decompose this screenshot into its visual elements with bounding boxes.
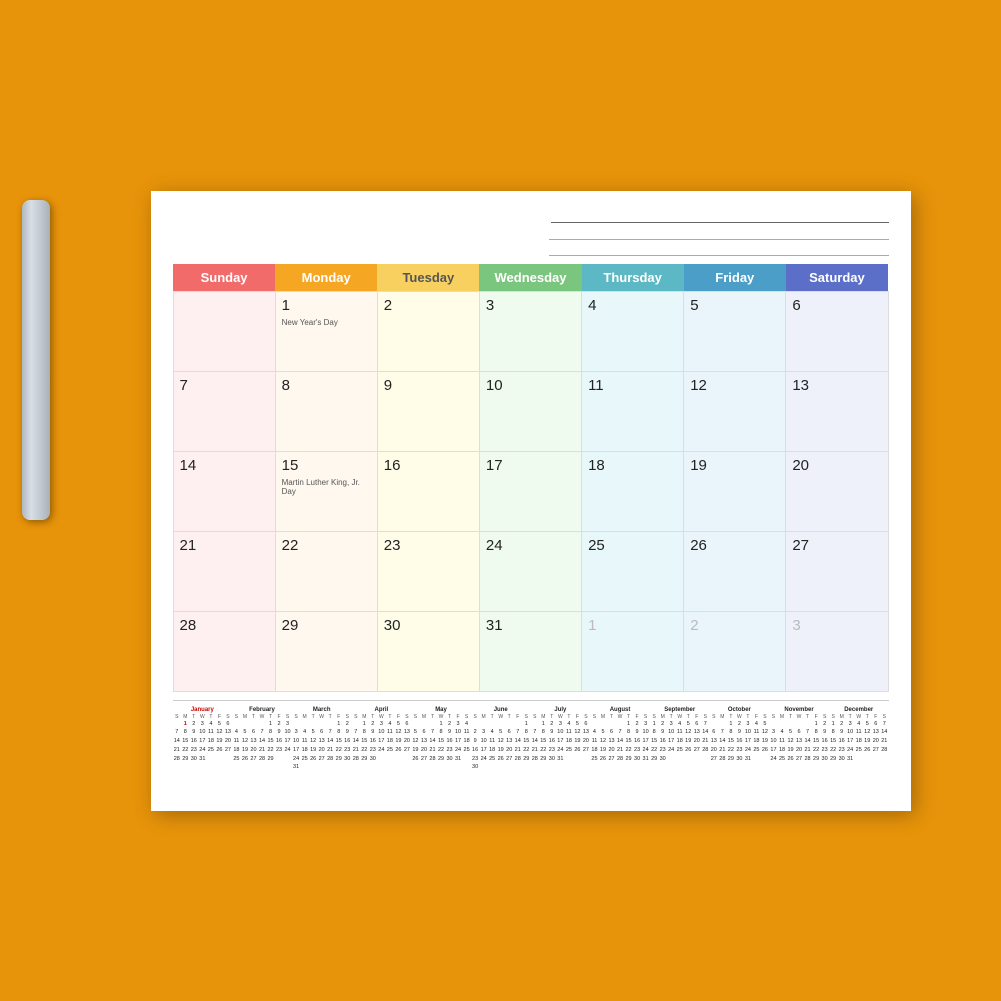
calendar-cell: 23 — [377, 531, 479, 611]
day-number: 13 — [792, 377, 881, 394]
fridge-handle — [22, 200, 50, 520]
mini-calendar: JanuarySMTWTFS12345678910111213141516171… — [173, 707, 233, 773]
calendar-page: Sunday Monday Tuesday Wednesday Thursday… — [151, 191, 911, 811]
mini-calendar: FebruarySMTWTFS1234567891011121314151617… — [232, 707, 292, 773]
mini-calendar: AprilSMTWTFS1234567891011121314151617181… — [352, 707, 412, 773]
mini-calendar: SeptemberSMTWTFS123456789101112131415161… — [650, 707, 710, 773]
calendar-cell: 25 — [582, 531, 684, 611]
day-number: 27 — [792, 537, 881, 554]
day-number: 5 — [690, 297, 779, 314]
calendar-cell: 31 — [479, 611, 581, 691]
calendar-cell: 3 — [786, 611, 888, 691]
day-number: 22 — [282, 537, 371, 554]
calendar-cell: 6 — [786, 291, 888, 371]
mini-calendar: JulySMTWTFS12345678910111213141516171819… — [531, 707, 591, 773]
calendar-cell: 11 — [582, 371, 684, 451]
mini-calendar: DecemberSMTWTFS1234567891011121314151617… — [829, 707, 889, 773]
calendar-cell: 26 — [684, 531, 786, 611]
calendar-cell: 10 — [479, 371, 581, 451]
calendar-cell: 30 — [377, 611, 479, 691]
header-tuesday: Tuesday — [377, 264, 479, 292]
mini-calendar: NovemberSMTWTFS1234567891011121314151617… — [769, 707, 829, 773]
calendar-cell: 15 Martin Luther King, Jr. Day — [275, 451, 377, 531]
day-number: 30 — [384, 617, 473, 634]
day-number: 10 — [486, 377, 575, 394]
calendar-cell: 1 — [582, 611, 684, 691]
day-number: 19 — [690, 457, 779, 474]
mini-calendar: OctoberSMTWTFS12345678910111213141516171… — [710, 707, 770, 773]
mini-calendar: MarchSMTWTFS1234567891011121314151617181… — [292, 707, 352, 773]
day-number: 8 — [282, 377, 371, 394]
calendar-cell: 1 New Year's Day — [275, 291, 377, 371]
calendar-cell — [173, 291, 275, 371]
day-number: 4 — [588, 297, 677, 314]
holiday-label: Martin Luther King, Jr. Day — [282, 478, 371, 497]
calendar-cell: 12 — [684, 371, 786, 451]
calendar-cell: 9 — [377, 371, 479, 451]
calendar-cell: 24 — [479, 531, 581, 611]
day-number: 3 — [792, 617, 881, 634]
calendar-cell: 18 — [582, 451, 684, 531]
day-number: 28 — [180, 617, 269, 634]
calendar-cell: 28 — [173, 611, 275, 691]
header-saturday: Saturday — [786, 264, 888, 292]
calendar-cell: 14 — [173, 451, 275, 531]
notes-section — [173, 209, 889, 256]
day-number: 15 — [282, 457, 371, 474]
holiday-label: New Year's Day — [282, 318, 371, 328]
day-number: 3 — [486, 297, 575, 314]
day-number: 12 — [690, 377, 779, 394]
calendar-grid: Sunday Monday Tuesday Wednesday Thursday… — [173, 264, 889, 692]
day-number: 7 — [180, 377, 269, 394]
mini-calendar: AugustSMTWTFS123456789101112131415161718… — [590, 707, 650, 773]
day-number: 2 — [690, 617, 779, 634]
calendar-cell: 13 — [786, 371, 888, 451]
mini-calendar: MaySMTWTFS123456789101112131415161718192… — [411, 707, 471, 773]
header-monday: Monday — [275, 264, 377, 292]
day-number: 17 — [486, 457, 575, 474]
header-wednesday: Wednesday — [479, 264, 581, 292]
calendar-cell: 3 — [479, 291, 581, 371]
header-sunday: Sunday — [173, 264, 275, 292]
day-number: 29 — [282, 617, 371, 634]
header-thursday: Thursday — [582, 264, 684, 292]
day-number: 26 — [690, 537, 779, 554]
day-number: 1 — [588, 617, 677, 634]
day-number: 20 — [792, 457, 881, 474]
mini-calendar: JuneSMTWTFS12345678910111213141516171819… — [471, 707, 531, 773]
calendar-cell: 29 — [275, 611, 377, 691]
calendar-cell: 27 — [786, 531, 888, 611]
day-number: 11 — [588, 377, 677, 394]
calendar-cell: 2 — [377, 291, 479, 371]
calendar-cell: 16 — [377, 451, 479, 531]
calendar-cell: 22 — [275, 531, 377, 611]
notes-area — [549, 209, 889, 256]
day-number: 1 — [282, 297, 371, 314]
day-number: 25 — [588, 537, 677, 554]
day-number: 24 — [486, 537, 575, 554]
day-number: 9 — [384, 377, 473, 394]
calendar-cell: 20 — [786, 451, 888, 531]
day-number: 16 — [384, 457, 473, 474]
mini-calendars: JanuarySMTWTFS12345678910111213141516171… — [173, 700, 889, 773]
day-number: 6 — [792, 297, 881, 314]
calendar-cell: 2 — [684, 611, 786, 691]
day-number: 21 — [180, 537, 269, 554]
calendar-cell: 17 — [479, 451, 581, 531]
day-number: 14 — [180, 457, 269, 474]
header-friday: Friday — [684, 264, 786, 292]
calendar-cell: 5 — [684, 291, 786, 371]
day-number: 23 — [384, 537, 473, 554]
calendar-cell: 4 — [582, 291, 684, 371]
day-number: 2 — [384, 297, 473, 314]
calendar-cell: 7 — [173, 371, 275, 451]
calendar-cell: 8 — [275, 371, 377, 451]
day-number: 18 — [588, 457, 677, 474]
calendar-cell: 19 — [684, 451, 786, 531]
day-number: 31 — [486, 617, 575, 634]
calendar-cell: 21 — [173, 531, 275, 611]
